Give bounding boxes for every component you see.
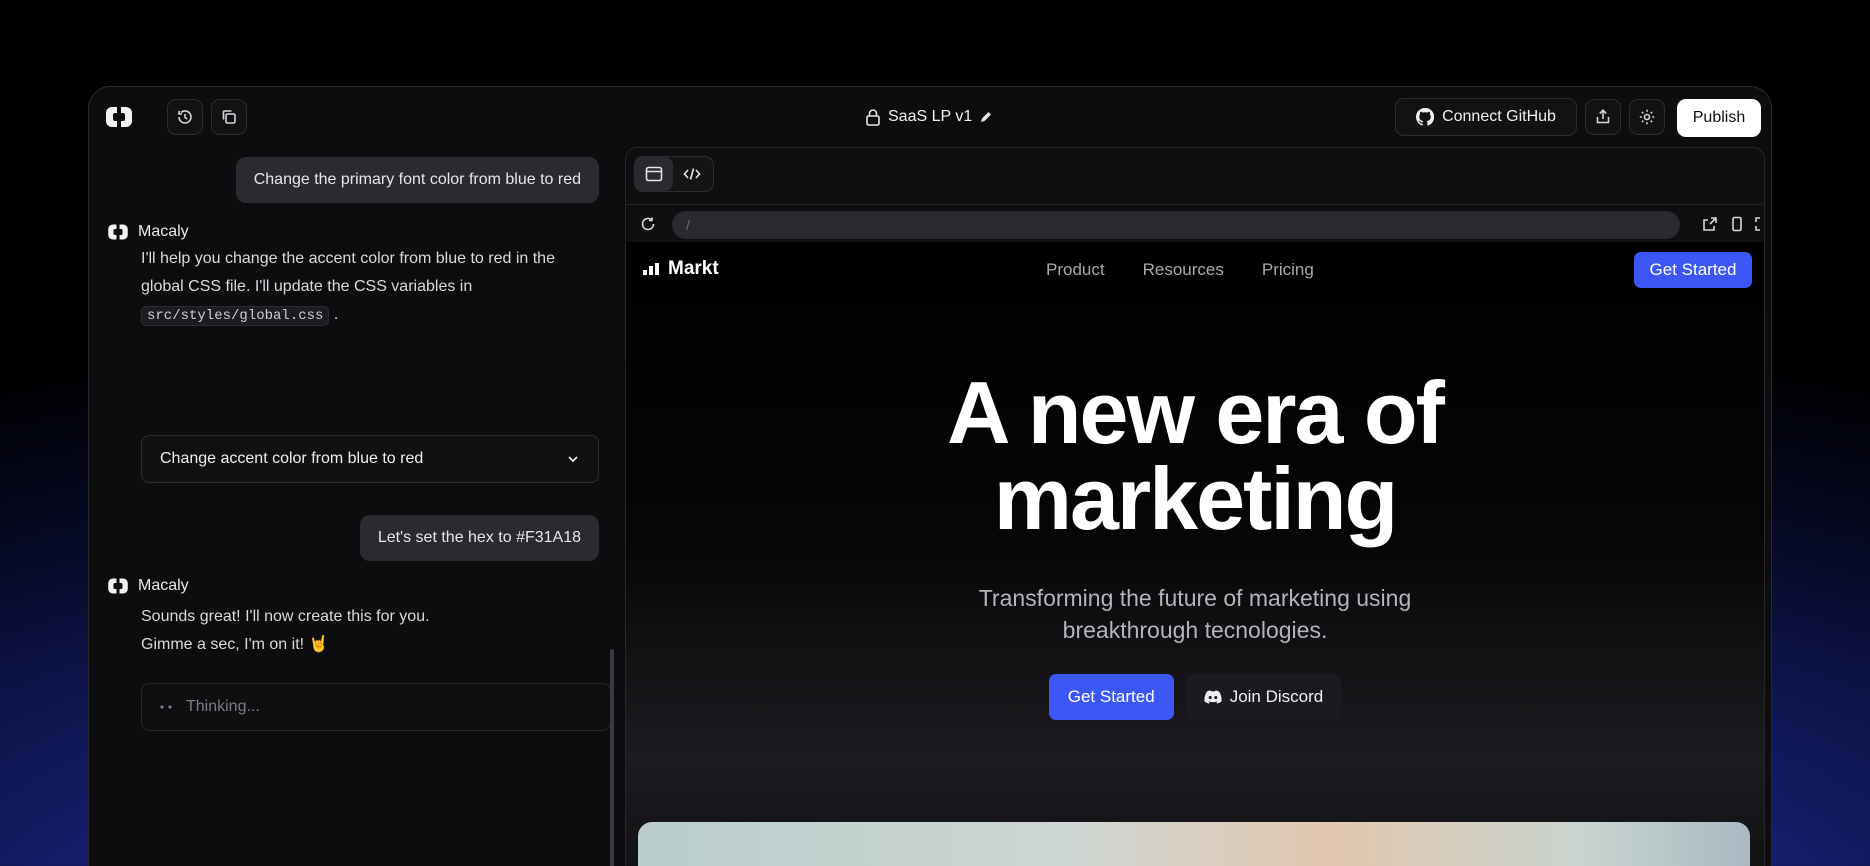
hero-subtitle: Transforming the future of marketing usi… bbox=[626, 582, 1764, 646]
site-brand-name: Markt bbox=[668, 258, 719, 279]
change-summary-label: Change accent color from blue to red bbox=[160, 450, 424, 467]
share-icon bbox=[1596, 109, 1610, 124]
app-window: SaaS LP v1 Connect GitHub Publish Change… bbox=[88, 86, 1772, 866]
assistant-line-2: Gimme a sec, I'm on it! 🤘 bbox=[141, 636, 329, 653]
url-input[interactable]: / bbox=[672, 211, 1680, 239]
connect-github-button[interactable]: Connect GitHub bbox=[1395, 98, 1577, 136]
assistant-message-1: I'll help you change the accent color fr… bbox=[141, 245, 601, 330]
share-button[interactable] bbox=[1585, 99, 1621, 135]
hero-title: A new era of marketing bbox=[626, 369, 1764, 543]
change-summary-card[interactable]: Change accent color from blue to red bbox=[141, 435, 599, 483]
hero-buttons: Get Started Join Discord bbox=[626, 674, 1764, 720]
settings-button[interactable] bbox=[1629, 99, 1665, 135]
pencil-icon[interactable] bbox=[979, 110, 993, 124]
discord-icon bbox=[1204, 690, 1222, 704]
hero-get-started-button[interactable]: Get Started bbox=[1048, 674, 1174, 720]
copy-button[interactable] bbox=[211, 99, 247, 135]
mobile-device-icon[interactable] bbox=[1730, 216, 1744, 232]
hero-title-line-2: marketing bbox=[993, 449, 1399, 548]
site-brand[interactable]: Markt bbox=[642, 258, 719, 280]
project-title: SaaS LP v1 bbox=[888, 108, 973, 125]
bar-chart-logo-icon bbox=[643, 263, 659, 275]
copy-icon bbox=[222, 110, 236, 124]
macaly-avatar-icon bbox=[108, 578, 128, 594]
code-mode-button[interactable] bbox=[673, 157, 711, 191]
join-discord-button[interactable]: Join Discord bbox=[1185, 674, 1342, 720]
macaly-logo-icon[interactable] bbox=[105, 105, 133, 129]
chat-panel: Change the primary font color from blue … bbox=[89, 147, 619, 866]
hero-title-line-1: A new era of bbox=[947, 363, 1445, 462]
lock-icon bbox=[866, 109, 880, 126]
history-icon bbox=[178, 110, 192, 124]
top-bar: SaaS LP v1 Connect GitHub Publish bbox=[89, 87, 1771, 147]
user-message-1: Change the primary font color from blue … bbox=[235, 157, 599, 203]
user-message-2: Let's set the hex to #F31A18 bbox=[359, 515, 599, 561]
nav-link-resources[interactable]: Resources bbox=[1143, 260, 1224, 280]
assistant-name: Macaly bbox=[138, 223, 189, 240]
open-external-icon[interactable] bbox=[1702, 216, 1718, 232]
macaly-avatar-icon bbox=[108, 224, 128, 240]
thinking-indicator: Thinking... bbox=[141, 683, 611, 731]
join-discord-label: Join Discord bbox=[1229, 687, 1324, 706]
assistant-header-2: Macaly bbox=[107, 577, 189, 595]
history-button[interactable] bbox=[167, 99, 203, 135]
view-mode-toggle bbox=[634, 156, 714, 192]
hero-subtitle-line-2: breakthrough tecnologies. bbox=[1062, 617, 1328, 643]
chat-scrollbar[interactable] bbox=[610, 649, 614, 866]
nav-get-started-button[interactable]: Get Started bbox=[1634, 252, 1752, 288]
url-row: / bbox=[626, 204, 1764, 242]
github-icon bbox=[1416, 108, 1435, 126]
code-icon bbox=[683, 168, 701, 180]
site-preview: Markt Product Resources Pricing Get Star… bbox=[626, 242, 1764, 866]
hero-subtitle-line-1: Transforming the future of marketing usi… bbox=[978, 585, 1412, 611]
assistant-message-text: I'll help you change the accent color fr… bbox=[141, 250, 555, 295]
refresh-icon[interactable] bbox=[640, 216, 656, 232]
publish-button[interactable]: Publish bbox=[1677, 99, 1761, 137]
assistant-line-1: Sounds great! I'll now create this for y… bbox=[141, 608, 430, 625]
gear-icon bbox=[1639, 109, 1655, 125]
preview-panel: / Markt Product Resources Pricing Get St… bbox=[625, 147, 1765, 866]
fullscreen-icon[interactable] bbox=[1754, 216, 1765, 232]
nav-link-product[interactable]: Product bbox=[1046, 260, 1105, 280]
thinking-label: Thinking... bbox=[186, 698, 260, 715]
hero-image bbox=[638, 822, 1750, 866]
dots-icon bbox=[160, 705, 172, 709]
nav-link-pricing[interactable]: Pricing bbox=[1262, 260, 1314, 280]
file-path-code: src/styles/global.css bbox=[141, 306, 330, 326]
assistant-message-2: Sounds great! I'll now create this for y… bbox=[141, 603, 601, 659]
connect-github-label: Connect GitHub bbox=[1442, 108, 1556, 125]
assistant-header-1: Macaly bbox=[107, 223, 189, 241]
preview-mode-button[interactable] bbox=[635, 157, 673, 191]
project-title-group[interactable]: SaaS LP v1 bbox=[865, 105, 993, 129]
chevron-down-icon[interactable] bbox=[566, 452, 580, 466]
site-nav-links: Product Resources Pricing bbox=[1046, 260, 1314, 280]
site-navbar: Markt Product Resources Pricing Get Star… bbox=[626, 242, 1764, 298]
assistant-name: Macaly bbox=[138, 577, 189, 594]
assistant-message-suffix: . bbox=[333, 306, 339, 323]
window-icon bbox=[645, 166, 663, 182]
